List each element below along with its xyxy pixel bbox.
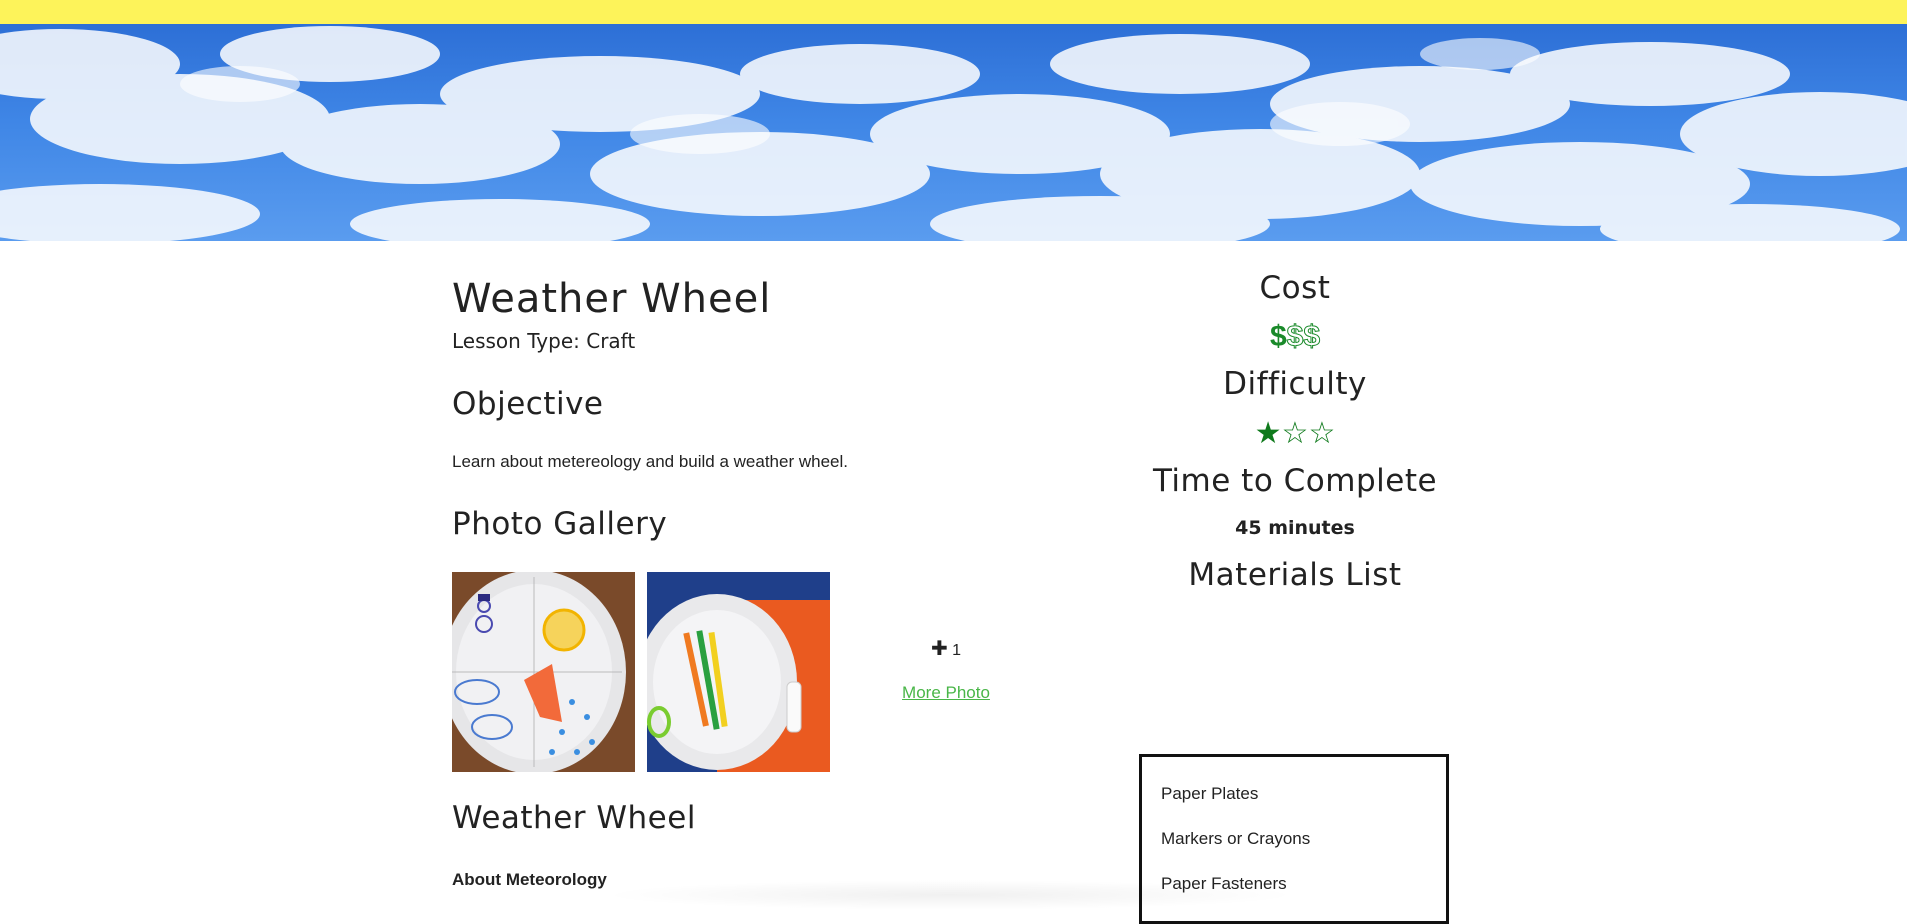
time-to-complete-heading: Time to Complete (1152, 463, 1438, 499)
photo-gallery-heading: Photo Gallery (452, 506, 668, 542)
more-photos: ✚ 1 More Photo (886, 636, 1006, 703)
time-to-complete-value: 45 minutes (1235, 517, 1355, 539)
objective-text: Learn about metereology and build a weat… (452, 452, 848, 471)
weather-wheel-heading: Weather Wheel (452, 800, 696, 836)
list-item: Paper Plates (1161, 784, 1259, 803)
more-photo-link[interactable]: More Photo (886, 683, 1006, 703)
cost-rating: $$$ (1136, 320, 1454, 354)
lesson-main-column: Weather Wheel Lesson Type: Craft Objecti… (452, 270, 1012, 890)
materials-list-heading: Materials List (1188, 557, 1402, 593)
more-count: 1 (952, 642, 962, 659)
photo-count: ✚ 1 (886, 636, 1006, 661)
lesson-type: Lesson Type: Craft (452, 329, 636, 353)
dollar-outline-icon: $ (1303, 320, 1321, 354)
clouds-hero-banner (0, 24, 1907, 241)
difficulty-rating: ★☆☆ (1136, 416, 1454, 451)
cost-heading: Cost (1259, 270, 1331, 306)
lesson-title: Weather Wheel (452, 276, 772, 322)
dollar-outline-icon: $ (1286, 320, 1304, 354)
star-filled-icon: ★ (1254, 417, 1282, 450)
plus-icon: ✚ (930, 638, 948, 660)
photo-gallery: ✚ 1 More Photo (452, 572, 1012, 772)
objective-heading: Objective (452, 386, 604, 422)
dollar-filled-icon: $ (1269, 320, 1287, 353)
star-empty-icon: ☆ (1281, 417, 1309, 450)
star-empty-icon: ☆ (1308, 417, 1336, 450)
craft-supplies-photo[interactable] (647, 572, 830, 772)
bottom-shadow (600, 880, 1300, 910)
difficulty-heading: Difficulty (1223, 366, 1367, 402)
paper-plate-weather-wheel-photo[interactable] (452, 572, 635, 772)
top-accent-bar (0, 0, 1907, 24)
list-item: Markers or Crayons (1161, 829, 1311, 848)
lesson-info-column: Cost $$$ Difficulty ★☆☆ Time to Complete… (1136, 270, 1454, 593)
